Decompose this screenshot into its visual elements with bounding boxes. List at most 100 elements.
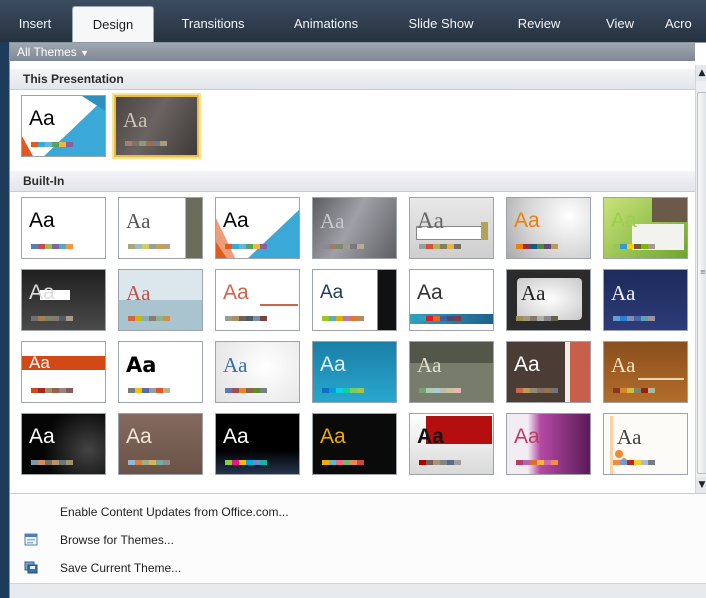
scroll-up-icon[interactable]: ▲: [696, 65, 706, 81]
theme-oriel[interactable]: Aa: [603, 413, 688, 475]
theme-flow[interactable]: Aa: [312, 341, 397, 403]
thumb-sample-text: Aa: [611, 209, 637, 232]
theme-hardcover[interactable]: Aa: [603, 341, 688, 403]
browse-for-themes-item[interactable]: Browse for Themes...: [10, 528, 706, 552]
color-swatches: [419, 388, 461, 393]
scroll-down-icon[interactable]: ▼: [696, 477, 706, 493]
theme-apothecary[interactable]: Aa: [409, 197, 494, 259]
theme-civic[interactable]: Aa: [118, 269, 203, 331]
color-swatches: [516, 460, 558, 465]
thumb-sample-text: Aa: [417, 425, 444, 448]
theme-aspect[interactable]: Aa: [506, 197, 591, 259]
theme-office[interactable]: Aa: [21, 197, 106, 259]
theme-thumb-current-1[interactable]: Aa: [21, 95, 106, 157]
tab-animations[interactable]: Animations: [276, 9, 376, 42]
theme-thumb-current-2[interactable]: Aa: [114, 95, 199, 157]
thumb-sample-text: Aa: [417, 281, 443, 304]
theme-black-tie[interactable]: Aa: [21, 269, 106, 331]
thumb-sample-text: Aa: [611, 353, 636, 377]
tab-review[interactable]: Review: [504, 9, 574, 42]
thumb-sample-text: Aa: [521, 281, 546, 305]
ribbon-tab-bar: Insert Design Transitions Animations Sli…: [0, 0, 706, 43]
gallery-scrollbar[interactable]: ▲ ≡ ▼: [695, 65, 706, 493]
color-swatches: [128, 316, 170, 321]
scrollbar-thumb[interactable]: ≡: [697, 92, 706, 474]
thumb-sample-text: Aa: [29, 353, 50, 372]
theme-essential[interactable]: Aa: [118, 341, 203, 403]
color-swatches: [516, 316, 558, 321]
tab-view[interactable]: View: [590, 9, 650, 42]
thumb-sample-text: Aa: [126, 425, 152, 448]
color-swatches: [322, 316, 364, 321]
theme-apex[interactable]: Aa: [312, 197, 397, 259]
color-swatches: [31, 142, 73, 147]
tab-transitions[interactable]: Transitions: [163, 9, 263, 42]
theme-adjacency[interactable]: Aa: [118, 197, 203, 259]
thumb-sample-text: Aa: [223, 281, 249, 304]
thumb-sample-text: Aa: [514, 209, 540, 232]
color-swatches: [516, 244, 558, 249]
thumb-sample-text: Aa: [126, 281, 151, 305]
thumb-sample-text: Aa: [223, 209, 249, 232]
color-swatches: [613, 316, 655, 321]
dropdown-triangle-icon: ▼: [80, 48, 90, 58]
color-swatches: [613, 388, 655, 393]
thumb-sample-text: Aa: [320, 282, 344, 303]
theme-horizon[interactable]: Aa: [21, 413, 106, 475]
color-swatches: [128, 460, 170, 465]
thumb-sample-text: Aa: [29, 425, 55, 448]
thumb-sample-text: Aa: [126, 209, 151, 233]
thumb-sample-text: Aa: [514, 425, 540, 448]
color-swatches: [128, 244, 170, 249]
theme-equity[interactable]: Aa: [21, 341, 106, 403]
thumb-sample-text: Aa: [126, 353, 157, 377]
theme-newsprint[interactable]: Aa: [409, 413, 494, 475]
thumb-sample-text: Aa: [617, 425, 642, 449]
theme-median[interactable]: Aa: [118, 413, 203, 475]
browse-for-themes-label: Browse for Themes...: [60, 533, 174, 547]
color-swatches: [613, 460, 655, 465]
thumb-sample-text: Aa: [223, 425, 249, 448]
color-swatches: [31, 460, 73, 465]
browse-folder-icon: [24, 533, 38, 546]
color-swatches: [322, 388, 364, 393]
theme-module[interactable]: Aa: [312, 413, 397, 475]
section-built-in: Built-In: [10, 171, 703, 192]
color-swatches: [419, 316, 461, 321]
theme-clarity[interactable]: Aa: [215, 269, 300, 331]
thumb-sample-text: Aa: [223, 353, 248, 377]
tab-slide-show[interactable]: Slide Show: [391, 9, 491, 42]
color-swatches: [322, 460, 364, 465]
theme-concourse[interactable]: Aa: [409, 269, 494, 331]
theme-grid[interactable]: Aa: [506, 341, 591, 403]
theme-foundry[interactable]: Aa: [409, 341, 494, 403]
enable-content-updates-item[interactable]: Enable Content Updates from Office.com..…: [10, 500, 706, 524]
tab-acrobat[interactable]: Acro: [665, 9, 706, 42]
section-this-presentation: This Presentation: [10, 69, 703, 90]
color-swatches: [225, 388, 267, 393]
all-themes-dropdown[interactable]: All Themes ▼: [13, 43, 93, 61]
save-current-theme-item[interactable]: Save Current Theme...: [10, 556, 706, 580]
thumb-sample-text: Aa: [29, 209, 55, 232]
theme-austin[interactable]: Aa: [603, 197, 688, 259]
theme-angles[interactable]: Aa: [215, 197, 300, 259]
theme-couture[interactable]: Aa: [506, 269, 591, 331]
thumb-sample-text: Aa: [29, 107, 55, 130]
color-swatches: [31, 244, 73, 249]
thumb-sample-text: Aa: [611, 281, 636, 305]
color-swatches: [419, 460, 461, 465]
themes-gallery: All Themes ▼ This Presentation Aa Aa Bui…: [9, 42, 706, 598]
save-current-theme-label: Save Current Theme...: [60, 561, 182, 575]
color-swatches: [125, 141, 167, 146]
theme-metro[interactable]: Aa: [215, 413, 300, 475]
gallery-footer-menu: Enable Content Updates from Office.com..…: [10, 493, 706, 598]
tab-design[interactable]: Design: [72, 6, 154, 43]
thumb-sample-text: Aa: [320, 209, 345, 233]
tab-insert[interactable]: Insert: [6, 9, 64, 42]
theme-opulent[interactable]: Aa: [506, 413, 591, 475]
theme-elemental[interactable]: Aa: [603, 269, 688, 331]
theme-executive[interactable]: Aa: [215, 341, 300, 403]
theme-composite[interactable]: Aa: [312, 269, 397, 331]
color-swatches: [225, 460, 267, 465]
thumb-sample-text: Aa: [123, 108, 148, 132]
